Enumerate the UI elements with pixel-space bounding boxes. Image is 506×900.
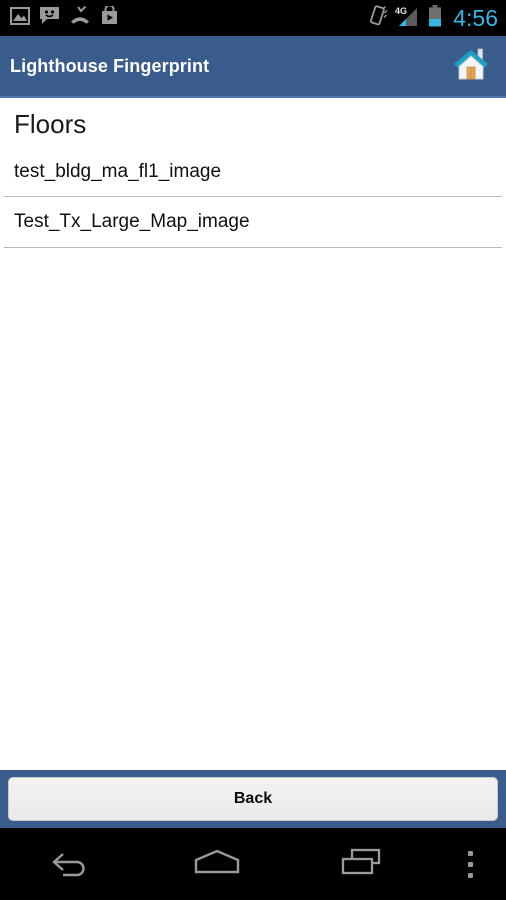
nav-home-icon bbox=[189, 846, 245, 883]
phone-screen: 4G 4:56 Lighthouse Fingerprint Floors te… bbox=[0, 0, 506, 900]
footer-bar: Back bbox=[0, 770, 506, 828]
gallery-image-icon bbox=[10, 6, 30, 30]
nav-recents-button[interactable] bbox=[289, 828, 434, 900]
sms-message-icon bbox=[39, 6, 60, 30]
nav-recents-icon bbox=[339, 846, 385, 883]
nav-home-button[interactable] bbox=[145, 828, 290, 900]
nav-overflow-icon bbox=[467, 850, 473, 878]
back-button[interactable]: Back bbox=[8, 777, 498, 821]
svg-text:4G: 4G bbox=[395, 6, 407, 16]
home-button[interactable] bbox=[450, 45, 492, 87]
overflow-dot bbox=[467, 850, 473, 856]
list-item[interactable]: Test_Tx_Large_Map_image bbox=[0, 197, 506, 249]
app-title: Lighthouse Fingerprint bbox=[10, 55, 210, 76]
app-bar: Lighthouse Fingerprint bbox=[0, 36, 506, 98]
battery-icon bbox=[428, 4, 442, 32]
status-bar-clock: 4:56 bbox=[453, 4, 498, 31]
page-title: Floors bbox=[14, 109, 87, 139]
nav-back-button[interactable] bbox=[0, 828, 145, 900]
nav-overflow-button[interactable] bbox=[434, 828, 506, 900]
system-navigation-bar bbox=[0, 828, 506, 900]
floor-label: Test_Tx_Large_Map_image bbox=[14, 211, 250, 233]
status-bar-system-icons: 4G 4:56 bbox=[368, 4, 498, 32]
floor-label: test_bldg_ma_fl1_image bbox=[14, 160, 222, 182]
status-bar: 4G 4:56 bbox=[0, 0, 506, 36]
status-bar-notification-icons bbox=[10, 4, 119, 30]
home-icon bbox=[452, 46, 490, 87]
overflow-dot bbox=[467, 872, 473, 878]
overflow-dot bbox=[467, 861, 473, 867]
main-content: Floors test_bldg_ma_fl1_image Test_Tx_La… bbox=[0, 98, 506, 770]
signal-4g-icon: 4G bbox=[395, 5, 421, 32]
list-item[interactable]: test_bldg_ma_fl1_image bbox=[0, 146, 506, 198]
play-store-icon bbox=[100, 4, 119, 30]
nav-back-icon bbox=[49, 846, 95, 883]
vibrate-icon bbox=[368, 5, 388, 31]
floors-list: test_bldg_ma_fl1_image Test_Tx_Large_Map… bbox=[0, 146, 506, 249]
missed-call-icon bbox=[69, 5, 91, 30]
